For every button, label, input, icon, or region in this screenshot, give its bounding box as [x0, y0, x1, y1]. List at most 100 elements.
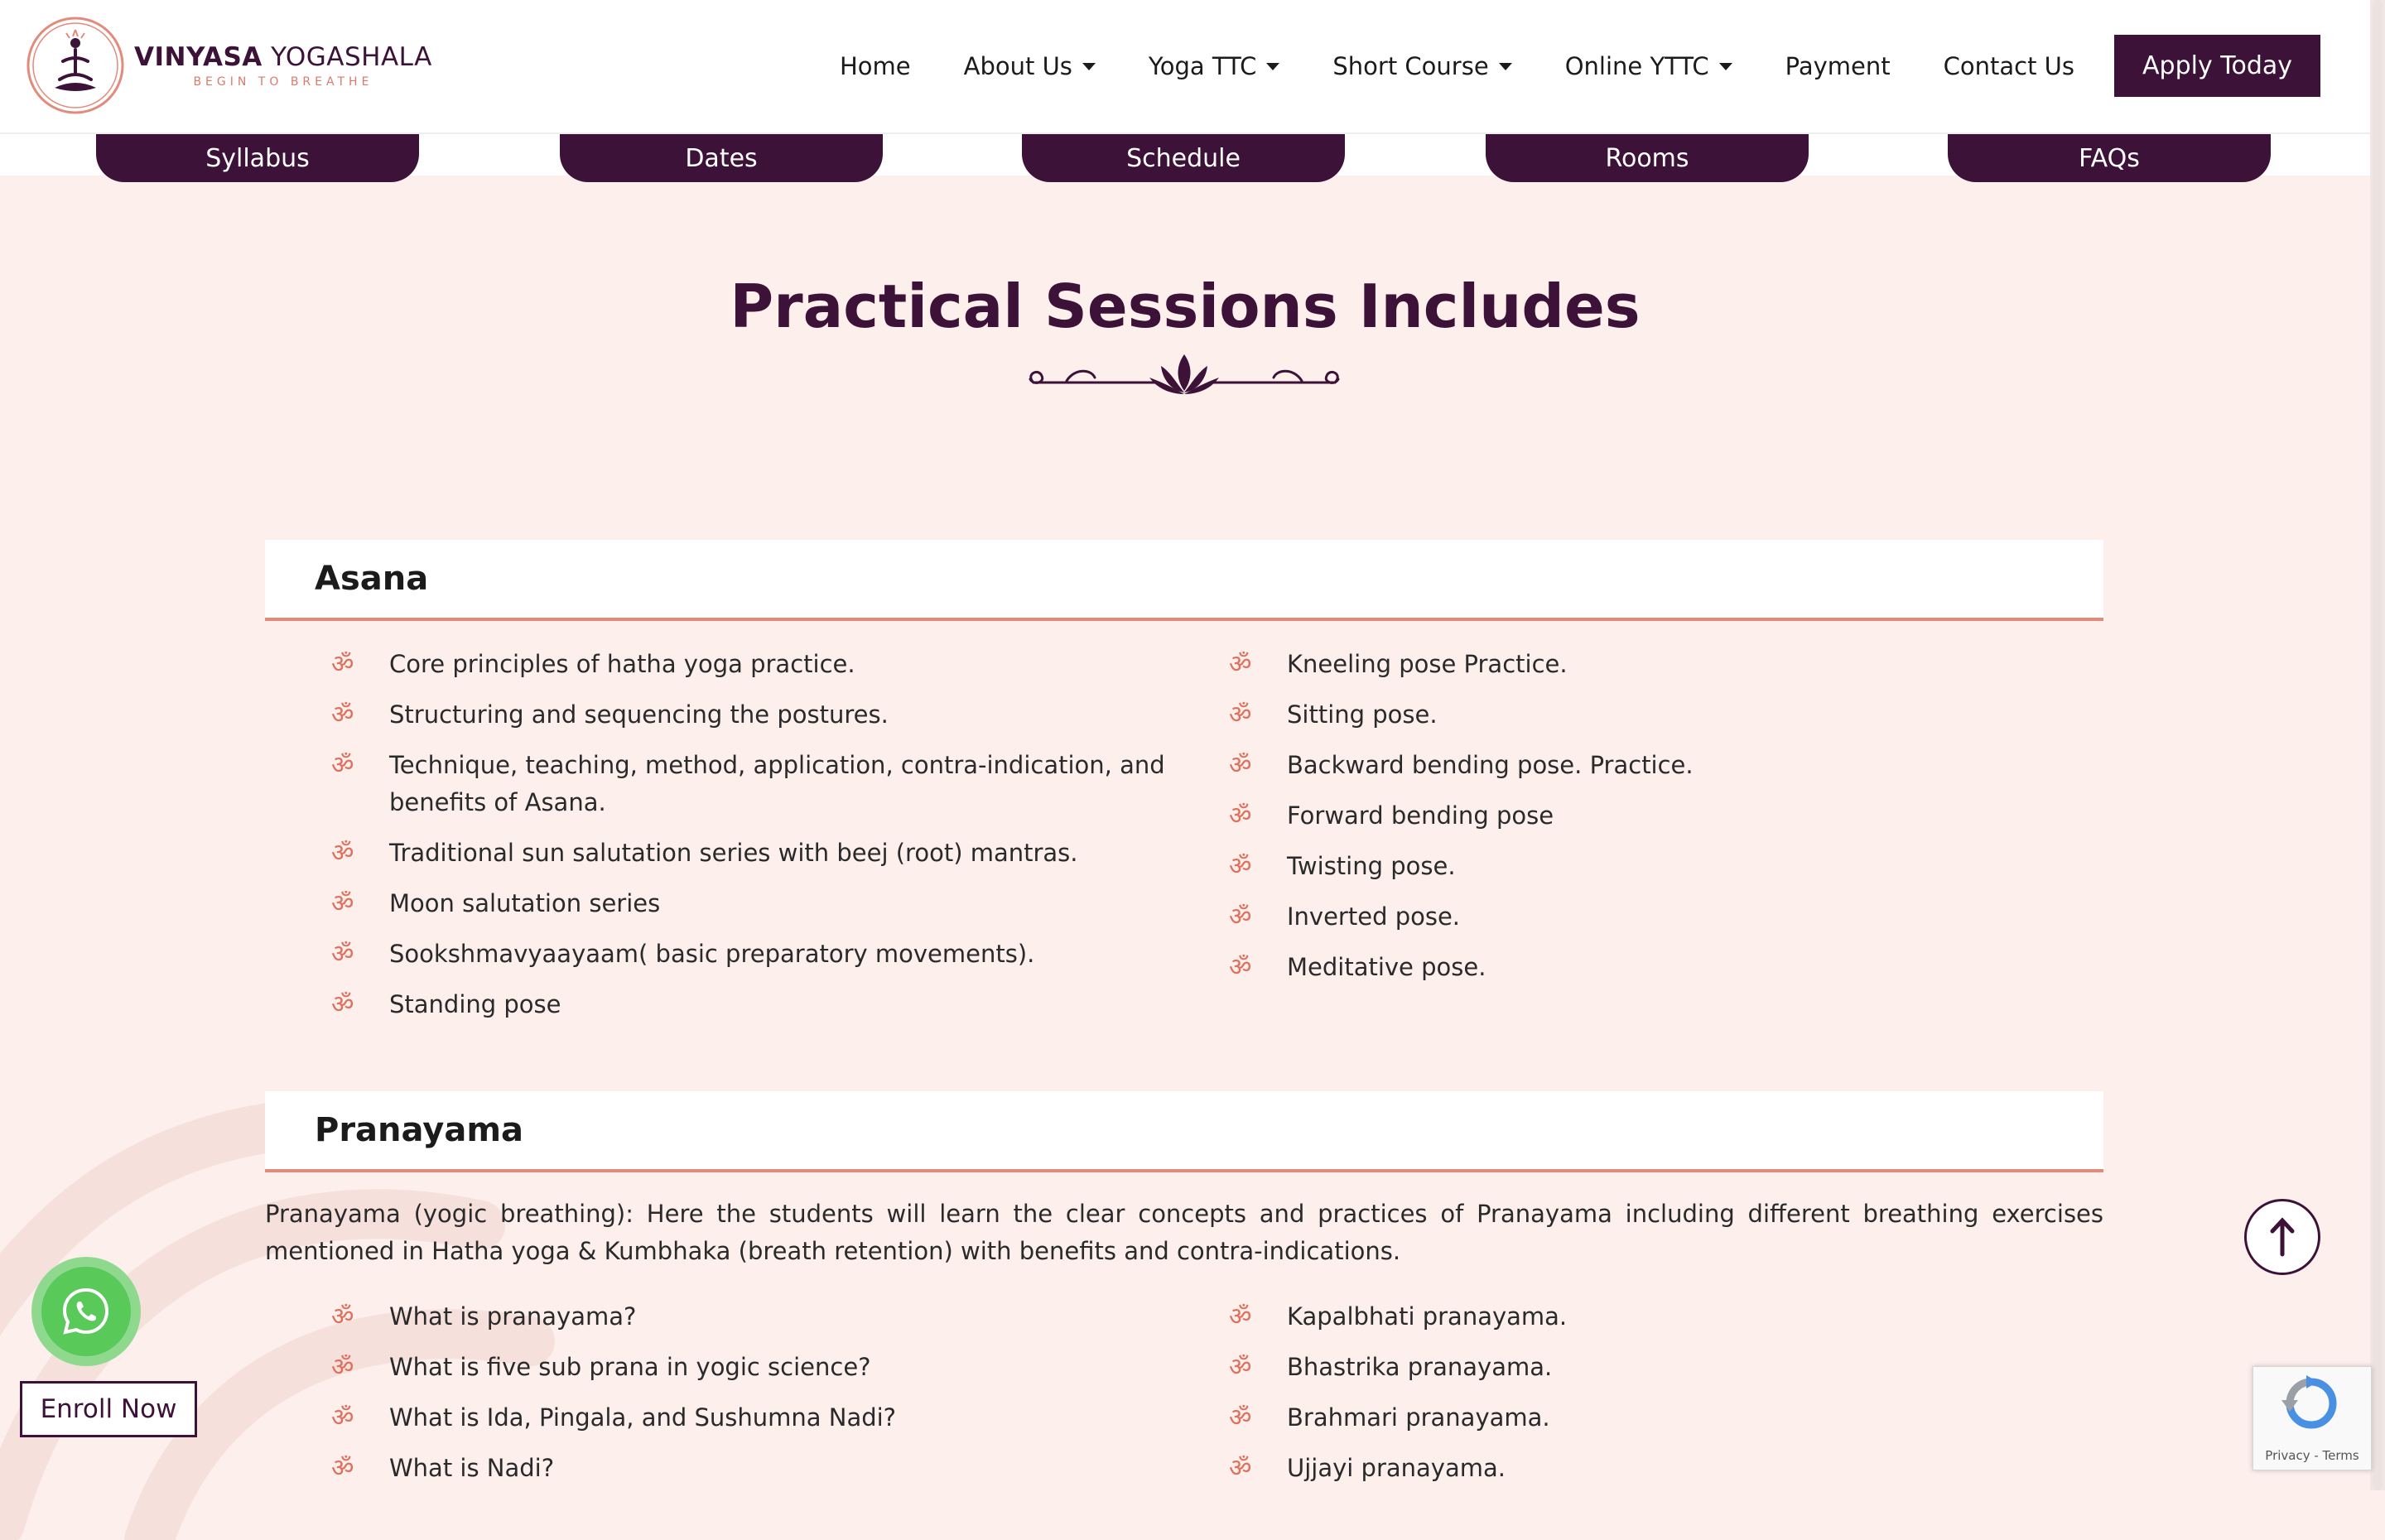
om-bullet-icon: ॐ	[1229, 1403, 1252, 1432]
list-item-text: Sitting pose.	[1287, 700, 1438, 729]
list-item-text: What is five sub prana in yogic science?	[389, 1353, 871, 1381]
list-item-text: Twisting pose.	[1287, 852, 1456, 880]
list-item: ॐ Standing pose	[331, 986, 1209, 1023]
om-bullet-icon: ॐ	[1229, 852, 1252, 881]
site-header: VINYASA YOGASHALA BEGIN TO BREATHE Home …	[0, 0, 2370, 134]
list-item: ॐ Technique, teaching, method, applicatio…	[331, 747, 1209, 821]
pranayama-list-left: ॐ What is pranayama? ॐ What is five sub pr…	[331, 1298, 1209, 1500]
tab-rooms[interactable]: Rooms	[1486, 134, 1809, 182]
om-bullet-icon: ॐ	[1229, 650, 1252, 679]
caret-down-icon	[1718, 63, 1732, 70]
list-item-text: What is pranayama?	[389, 1302, 637, 1331]
list-item: ॐ What is Nadi?	[331, 1450, 1209, 1487]
nav-short-course-label: Short Course	[1332, 51, 1489, 80]
list-item-text: Inverted pose.	[1287, 902, 1461, 931]
nav-about-us-label: About Us	[963, 51, 1072, 80]
nav-home[interactable]: Home	[840, 52, 911, 80]
list-item-text: Moon salutation series	[389, 889, 661, 917]
caret-down-icon	[1266, 63, 1280, 70]
list-item: ॐ Sookshmavyaayaam( basic preparatory mov…	[331, 936, 1209, 973]
nav-contact-us[interactable]: Contact Us	[1944, 52, 2074, 80]
nav-online-yttc-label: Online YTTC	[1564, 51, 1709, 80]
om-bullet-icon: ॐ	[331, 700, 354, 729]
enroll-now-button[interactable]: Enroll Now	[20, 1381, 197, 1437]
list-item: ॐ Kneeling pose Practice.	[1229, 646, 2057, 683]
list-item: ॐ Brahmari pranayama.	[1229, 1399, 2057, 1437]
list-item-text: Bhastrika pranayama.	[1287, 1353, 1553, 1381]
nav-payment[interactable]: Payment	[1785, 52, 1891, 80]
list-item: ॐ Twisting pose.	[1229, 848, 2057, 885]
om-bullet-icon: ॐ	[331, 839, 354, 868]
site-logo[interactable]: VINYASA YOGASHALA BEGIN TO BREATHE	[25, 15, 432, 116]
om-bullet-icon: ॐ	[1229, 1302, 1252, 1331]
list-item-text: Traditional sun salutation series with b…	[389, 839, 1078, 867]
om-bullet-icon: ॐ	[1229, 801, 1252, 830]
om-bullet-icon: ॐ	[1229, 1353, 1252, 1382]
om-bullet-icon: ॐ	[1229, 902, 1252, 931]
asana-list-right: ॐ Kneeling pose Practice. ॐ Sitting pose. …	[1229, 646, 2057, 999]
apply-today-button[interactable]: Apply Today	[2114, 35, 2320, 97]
pranayama-heading: Pranayama	[315, 1111, 524, 1149]
list-item-text: Meditative pose.	[1287, 953, 1486, 981]
list-item: ॐ What is five sub prana in yogic science…	[331, 1349, 1209, 1386]
brand-name-rest: YOGASHALA	[262, 42, 432, 72]
list-item: ॐ Meditative pose.	[1229, 949, 2057, 986]
recaptcha-icon	[2281, 1375, 2337, 1429]
list-item-text: Kneeling pose Practice.	[1287, 650, 1568, 678]
list-item-text: What is Ida, Pingala, and Sushumna Nadi?	[389, 1403, 897, 1432]
list-item: ॐ Sitting pose.	[1229, 696, 2057, 734]
om-bullet-icon: ॐ	[1229, 1454, 1252, 1483]
pranayama-panel-header: Pranayama	[265, 1091, 2103, 1172]
recaptcha-links[interactable]: Privacy - Terms	[2253, 1448, 2371, 1463]
list-item-text: Core principles of hatha yoga practice.	[389, 650, 855, 678]
om-bullet-icon: ॐ	[331, 1454, 354, 1483]
list-item-text: Brahmari pranayama.	[1287, 1403, 1550, 1432]
nav-yoga-ttc-label: Yoga TTC	[1148, 51, 1257, 80]
brand-name-bold: VINYASA	[134, 42, 263, 72]
scroll-to-top-button[interactable]	[2244, 1199, 2320, 1275]
tab-syllabus[interactable]: Syllabus	[96, 134, 419, 182]
list-item: ॐ Moon salutation series	[331, 885, 1209, 922]
caret-down-icon	[1498, 63, 1512, 70]
list-item: ॐ What is Ida, Pingala, and Sushumna Nadi…	[331, 1399, 1209, 1437]
lotus-divider-ornament-icon	[1029, 354, 1340, 394]
caret-down-icon	[1082, 63, 1096, 70]
arrow-up-icon	[2270, 1217, 2295, 1257]
list-item: ॐ Structuring and sequencing the postures…	[331, 696, 1209, 734]
list-item-text: Standing pose	[389, 990, 561, 1018]
nav-short-course[interactable]: Short Course	[1332, 51, 1512, 80]
whatsapp-icon	[62, 1287, 109, 1335]
list-item: ॐ Kapalbhati pranayama.	[1229, 1298, 2057, 1335]
nav-yoga-ttc[interactable]: Yoga TTC	[1148, 51, 1280, 80]
om-bullet-icon: ॐ	[1229, 953, 1252, 982]
page-scrollbar[interactable]	[2370, 0, 2385, 1490]
list-item-text: Forward bending pose	[1287, 801, 1554, 830]
om-bullet-icon: ॐ	[331, 751, 354, 780]
whatsapp-button[interactable]	[31, 1257, 141, 1366]
list-item-text: Technique, teaching, method, application…	[389, 751, 1165, 816]
list-item: ॐ Backward bending pose. Practice.	[1229, 747, 2057, 784]
list-item: ॐ Forward bending pose	[1229, 797, 2057, 835]
tab-faqs[interactable]: FAQs	[1948, 134, 2271, 182]
lotus-yogi-logo-icon	[26, 17, 124, 114]
pranayama-list-right: ॐ Kapalbhati pranayama. ॐ Bhastrika pranay…	[1229, 1298, 2057, 1500]
om-bullet-icon: ॐ	[1229, 700, 1252, 729]
scrollbar-thumb[interactable]	[2373, 0, 2383, 1490]
brand-tagline: BEGIN TO BREATHE	[193, 75, 373, 89]
list-item: ॐ What is pranayama?	[331, 1298, 1209, 1335]
tab-dates[interactable]: Dates	[560, 134, 883, 182]
om-bullet-icon: ॐ	[331, 1403, 354, 1432]
nav-home-label: Home	[839, 51, 911, 80]
tab-schedule[interactable]: Schedule	[1022, 134, 1345, 182]
main-nav: Home About Us Yoga TTC Short Course Onli…	[787, 35, 2320, 97]
asana-list-left: ॐ Core principles of hatha yoga practice.…	[331, 646, 1209, 1037]
list-item-text: Structuring and sequencing the postures.	[389, 700, 889, 729]
list-item-text: What is Nadi?	[389, 1454, 555, 1482]
nav-about-us[interactable]: About Us	[964, 52, 1096, 80]
list-item: ॐ Traditional sun salutation series with …	[331, 835, 1209, 872]
recaptcha-badge[interactable]: Privacy - Terms	[2252, 1366, 2372, 1470]
nav-payment-label: Payment	[1785, 51, 1891, 80]
om-bullet-icon: ॐ	[331, 1353, 354, 1382]
section-title: Practical Sessions Includes	[730, 272, 1641, 341]
nav-online-yttc[interactable]: Online YTTC	[1565, 52, 1732, 80]
